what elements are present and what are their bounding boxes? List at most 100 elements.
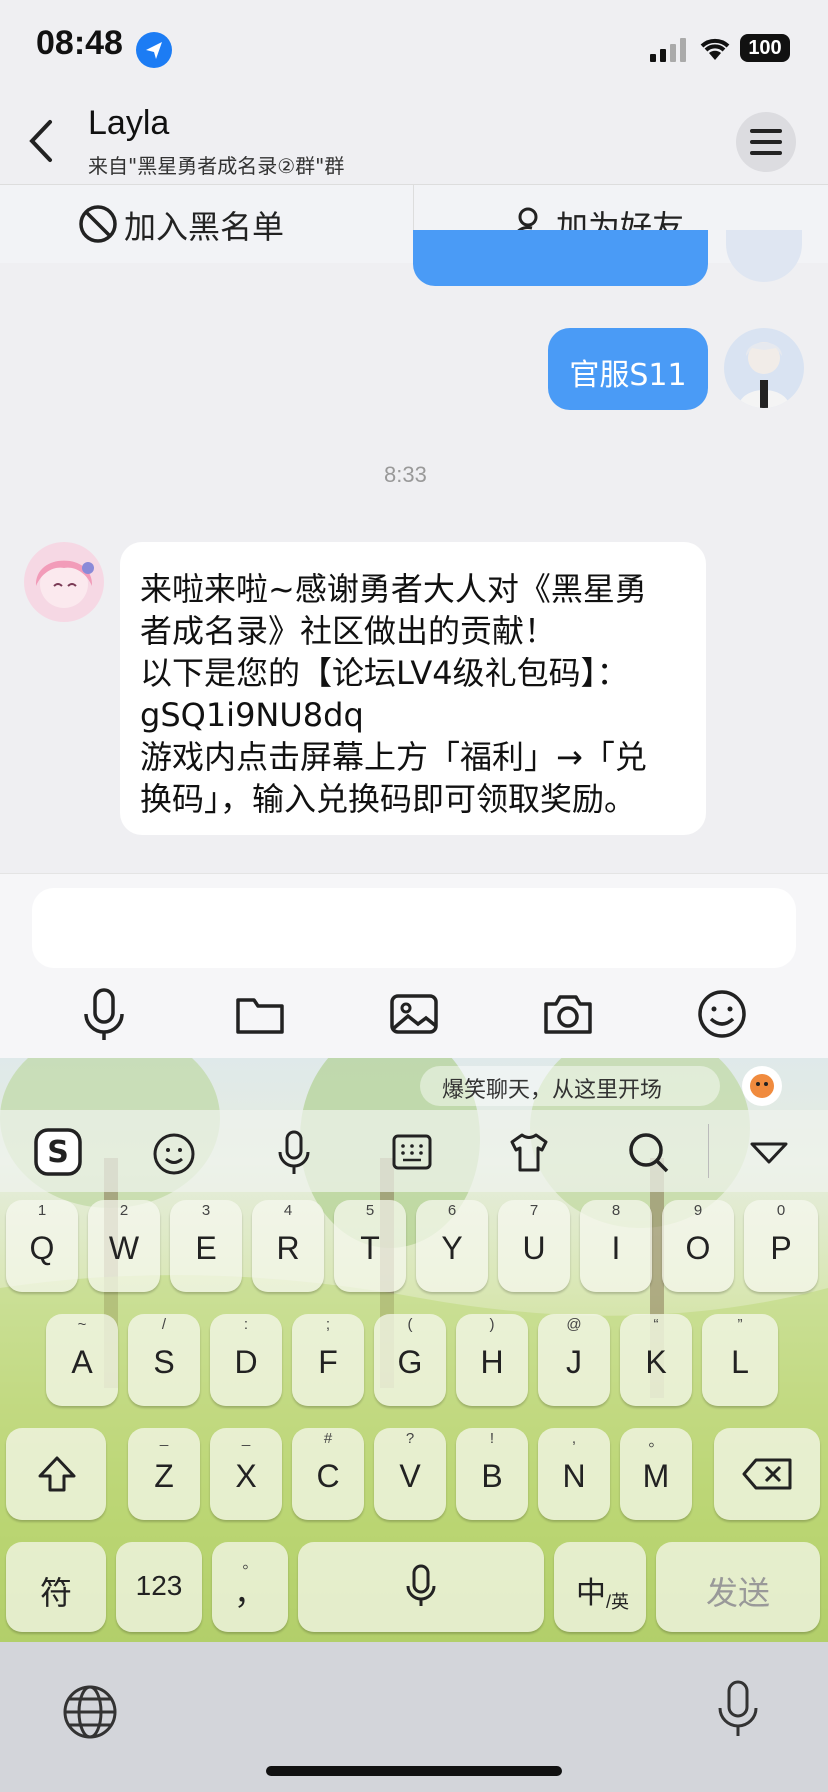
key-v[interactable]: ? V <box>374 1428 446 1520</box>
key-p-label: P <box>770 1230 792 1266</box>
sender-avatar[interactable] <box>24 542 104 622</box>
key-o[interactable]: 9O <box>662 1200 734 1292</box>
skin-shirt-icon[interactable] <box>506 1130 552 1174</box>
key-o-label: O <box>685 1230 711 1266</box>
voice-icon[interactable] <box>74 984 134 1044</box>
key-y-sup: 6 <box>447 1202 457 1219</box>
key-z-label: Z <box>154 1458 174 1494</box>
banner-text: 爆笑聊天，从这里开场 <box>442 1078 663 1103</box>
language-switch-key[interactable]: 中 /英 <box>554 1542 646 1632</box>
key-q[interactable]: 1Q <box>6 1200 78 1292</box>
keyboard-layout-icon[interactable] <box>390 1130 434 1174</box>
key-b[interactable]: ! B <box>456 1428 528 1520</box>
svg-text:S: S <box>47 1135 69 1170</box>
backspace-key[interactable] <box>714 1428 820 1520</box>
key-k-label: K <box>645 1344 667 1380</box>
key-p[interactable]: 0P <box>744 1200 818 1292</box>
key-a-label: A <box>71 1344 93 1380</box>
key-d-label: D <box>234 1344 258 1380</box>
key-v-sup: ? <box>405 1430 415 1447</box>
key-e[interactable]: 3E <box>170 1200 242 1292</box>
key-z-sup: _ <box>159 1430 169 1447</box>
folder-icon[interactable] <box>230 984 290 1044</box>
key-n[interactable]: ,N <box>538 1428 610 1520</box>
key-r[interactable]: 4R <box>252 1200 324 1292</box>
voice-input-icon[interactable] <box>272 1128 316 1178</box>
key-h-sup: ) <box>489 1316 495 1333</box>
key-c[interactable]: # C <box>292 1428 364 1520</box>
emoji-keyboard-icon[interactable] <box>150 1128 200 1178</box>
message-line: 来啦来啦~感谢勇者大人对《黑星勇 <box>140 570 647 608</box>
keyboard-banner[interactable]: 爆笑聊天，从这里开场 <box>420 1066 720 1106</box>
shift-key[interactable] <box>6 1428 106 1520</box>
key-u-sup: 7 <box>529 1202 539 1219</box>
key-x[interactable]: _ X <box>210 1428 282 1520</box>
key-j[interactable]: @ J <box>538 1314 610 1406</box>
message-input[interactable] <box>32 888 796 968</box>
shift-icon <box>38 1456 76 1492</box>
key-q-label: Q <box>29 1230 55 1266</box>
backspace-icon <box>742 1458 792 1490</box>
key-h-label: H <box>480 1344 504 1380</box>
message-line: 者成名录》社区做出的贡献！ <box>140 612 557 650</box>
hamburger-icon <box>750 129 782 155</box>
key-d-sup: : <box>243 1316 249 1333</box>
key-k[interactable]: “K <box>620 1314 692 1406</box>
block-button[interactable]: 加入黑名单 <box>78 202 338 246</box>
key-i-sup: 8 <box>611 1202 621 1219</box>
key-o-sup: 9 <box>693 1202 703 1219</box>
key-r-label: R <box>276 1230 300 1266</box>
key-q-sup: 1 <box>37 1202 47 1219</box>
key-l[interactable]: ” L <box>702 1314 778 1406</box>
key-k-sup: “ <box>653 1316 659 1333</box>
symbols-label: 符 <box>39 1575 72 1611</box>
key-m[interactable]: 。 M <box>620 1428 692 1520</box>
key-f-label: F <box>318 1344 338 1380</box>
dictation-icon[interactable] <box>714 1678 762 1742</box>
key-t[interactable]: 5T <box>334 1200 406 1292</box>
key-m-sup: 。 <box>648 1433 664 1450</box>
emoji-icon[interactable] <box>692 984 752 1044</box>
key-s[interactable]: / S <box>128 1314 200 1406</box>
space-key[interactable] <box>298 1542 544 1632</box>
collapse-keyboard-icon[interactable] <box>748 1138 790 1168</box>
key-g[interactable]: (G <box>374 1314 446 1406</box>
key-x-label: X <box>235 1458 257 1494</box>
key-u[interactable]: 7U <box>498 1200 570 1292</box>
received-message-bubble[interactable]: 来啦来啦~感谢勇者大人对《黑星勇 者成名录》社区做出的贡献！ 以下是您的【论坛L… <box>120 542 706 835</box>
mascot-icon[interactable] <box>740 1064 784 1108</box>
avatar-image <box>738 342 790 408</box>
send-key[interactable]: 发送 <box>656 1542 820 1632</box>
key-a[interactable]: ~ A <box>46 1314 118 1406</box>
menu-button[interactable] <box>736 112 796 172</box>
numbers-key[interactable]: 123 <box>116 1542 202 1632</box>
image-icon[interactable] <box>384 984 444 1044</box>
key-e-sup: 3 <box>201 1202 211 1219</box>
avatar-image <box>35 560 94 608</box>
my-avatar[interactable] <box>724 328 804 408</box>
key-c-sup: # <box>323 1430 333 1447</box>
search-icon[interactable] <box>626 1130 672 1176</box>
key-h[interactable]: ) H <box>456 1314 528 1406</box>
my-message-bubble[interactable]: 官服S11 <box>548 328 708 410</box>
key-c-label: C <box>316 1458 340 1494</box>
message-bubble-partial[interactable] <box>413 230 708 286</box>
sogou-logo-icon[interactable]: S <box>32 1126 84 1178</box>
key-d[interactable]: :D <box>210 1314 282 1406</box>
key-f-sup: ; <box>325 1316 331 1333</box>
back-chevron-icon[interactable] <box>26 118 56 164</box>
key-y[interactable]: 6Y <box>416 1200 488 1292</box>
key-z[interactable]: _ Z <box>128 1428 200 1520</box>
key-t-label: T <box>360 1230 380 1266</box>
key-u-label: U <box>522 1230 546 1266</box>
key-n-label: N <box>562 1458 586 1494</box>
key-w[interactable]: 2W <box>88 1200 160 1292</box>
comma-key[interactable]: 。 ， <box>212 1542 288 1632</box>
camera-icon[interactable] <box>538 984 598 1044</box>
key-i[interactable]: 8I <box>580 1200 652 1292</box>
symbols-key[interactable]: 符 <box>6 1542 106 1632</box>
globe-icon[interactable] <box>60 1682 120 1742</box>
key-f[interactable]: ; F <box>292 1314 364 1406</box>
key-r-sup: 4 <box>283 1202 293 1219</box>
key-y-label: Y <box>441 1230 463 1266</box>
